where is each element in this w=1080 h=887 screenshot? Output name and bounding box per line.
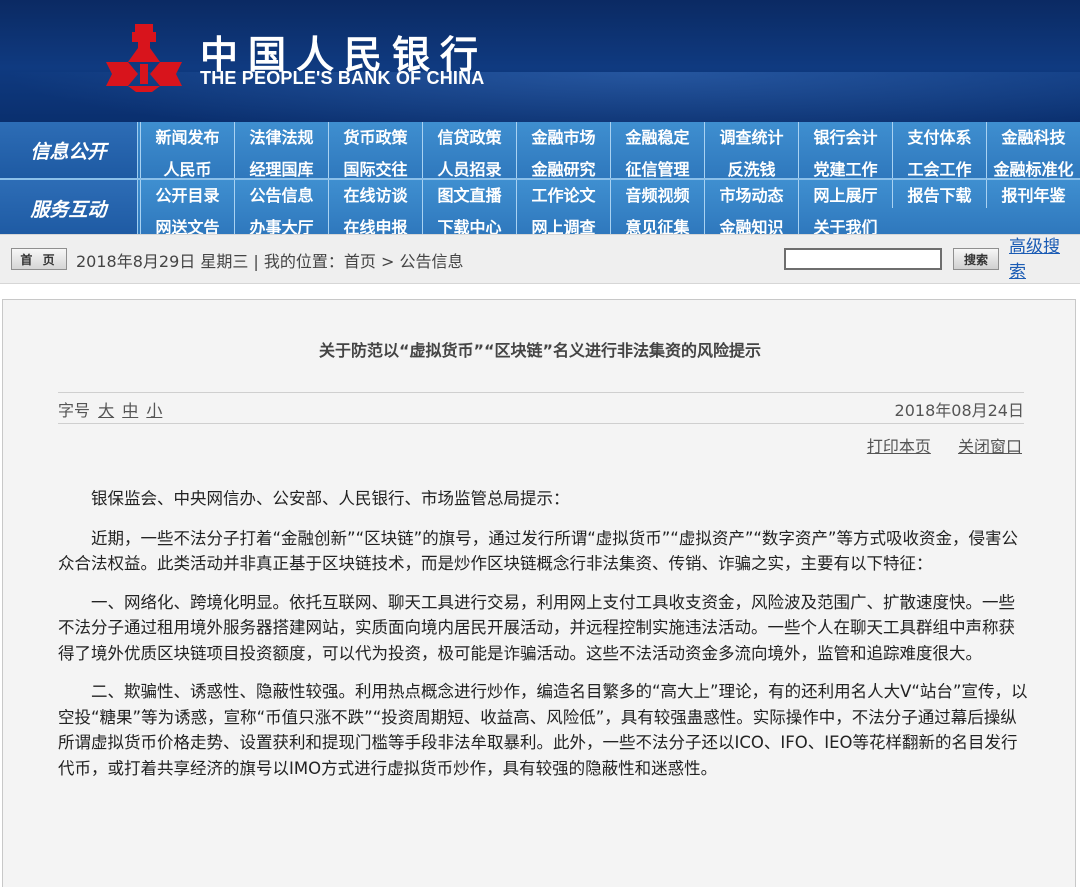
nav-info-item[interactable]: 人员招录 [422, 150, 516, 178]
nav-info-item[interactable]: 调查统计 [704, 122, 798, 150]
search-input[interactable] [784, 248, 942, 270]
article-panel: 关于防范以“虚拟货币”“区块链”名义进行非法集资的风险提示 字号 大 中 小 2… [2, 299, 1076, 887]
nav-info-item[interactable]: 信贷政策 [422, 122, 516, 150]
close-window-link[interactable]: 关闭窗口 [958, 437, 1022, 456]
nav-info-item[interactable]: 征信管理 [610, 150, 704, 178]
nav-service-item[interactable]: 市场动态 [704, 180, 798, 208]
nav-info-item[interactable]: 金融科技 [986, 122, 1080, 150]
nav-service-item[interactable]: 报刊年鉴 [986, 180, 1080, 208]
nav-info-item[interactable]: 银行会计 [798, 122, 892, 150]
nav-service-item[interactable]: 网上展厅 [798, 180, 892, 208]
nav-info-item[interactable]: 新闻发布 [140, 122, 234, 150]
print-page-link[interactable]: 打印本页 [867, 437, 931, 456]
nav-info-item[interactable]: 经理国库 [234, 150, 328, 178]
nav-info-item[interactable]: 金融标准化 [986, 150, 1080, 178]
nav-info-item[interactable]: 金融市场 [516, 122, 610, 150]
font-size-large-link[interactable]: 大 [98, 401, 114, 420]
article-paragraph: 一、网络化、跨境化明显。依托互联网、聊天工具进行交易，利用网上支付工具收支资金，… [58, 592, 1015, 663]
nav-service-item[interactable]: 网上调查 [516, 208, 610, 236]
font-size-small-link[interactable]: 小 [146, 401, 162, 420]
breadcrumb: 2018年8月29日 星期三 | 我的位置：首页 > 公告信息 [76, 252, 464, 271]
article-actions: 打印本页 关闭窗口 [845, 433, 1022, 457]
article-paragraph: 银保监会、中央网信办、公安部、人民银行、市场监管总局提示： [91, 489, 570, 508]
nav-service-item[interactable]: 关于我们 [798, 208, 892, 236]
nav-grid-info: 新闻发布 法律法规 货币政策 信贷政策 金融市场 金融稳定 调查统计 银行会计 支付体系 金融科技… [140, 122, 1080, 178]
location-bar: 首 页 2018年8月29日 星期三 | 我的位置：首页 > 公告信息 搜索 高… [0, 234, 1080, 284]
nav-service-item[interactable]: 图文直播 [422, 180, 516, 208]
nav-info-item[interactable]: 金融稳定 [610, 122, 704, 150]
nav-service-item[interactable]: 公告信息 [234, 180, 328, 208]
nav-grid-service: 公开目录 公告信息 在线访谈 图文直播 工作论文 音频视频 市场动态 网上展厅 报告下载 报刊年鉴… [140, 180, 1080, 236]
font-size-control: 字号 大 中 小 [58, 397, 162, 421]
nav-info-item[interactable]: 国际交往 [328, 150, 422, 178]
nav-info-item[interactable]: 人民币 [140, 150, 234, 178]
font-size-label: 字号 [58, 401, 91, 420]
article-paragraph: 二、欺骗性、诱惑性、隐蔽性较强。利用热点概念进行炒作，编造名目繁多的“高大上”理… [58, 682, 1028, 778]
nav-info-item[interactable]: 金融研究 [516, 150, 610, 178]
article-paragraph: 近期，一些不法分子打着“金融创新”“区块链”的旗号，通过发行所谓“虚拟货币”“虚… [58, 528, 1018, 574]
advanced-search-link[interactable]: 高级搜索 [1009, 235, 1075, 285]
nav-info-item[interactable]: 货币政策 [328, 122, 422, 150]
nav-section-label-service[interactable]: 服务互动 [0, 180, 138, 236]
article-meta-bar: 字号 大 中 小 2018年08月24日 [58, 392, 1024, 424]
article-title: 关于防范以“虚拟货币”“区块链”名义进行非法集资的风险提示 [318, 341, 762, 360]
article-body: 银保监会、中央网信办、公安部、人民银行、市场监管总局提示： 近期，一些不法分子打… [58, 486, 1028, 794]
nav-info-item[interactable]: 反洗钱 [704, 150, 798, 178]
nav-service-item[interactable]: 意见征集 [610, 208, 704, 236]
nav-info-item[interactable]: 党建工作 [798, 150, 892, 178]
nav-section-label-info[interactable]: 信息公开 [0, 122, 138, 178]
nav-service-item[interactable]: 公开目录 [140, 180, 234, 208]
logo-english-name: THE PEOPLE'S BANK OF CHINA [200, 68, 485, 88]
nav-service-item[interactable]: 在线申报 [328, 208, 422, 236]
nav-service-item[interactable]: 办事大厅 [234, 208, 328, 236]
nav-service-item[interactable]: 金融知识 [704, 208, 798, 236]
nav-row-service: 服务互动 公开目录 公告信息 在线访谈 图文直播 工作论文 音频视频 市场动态 网上展厅 报告下… [0, 178, 1080, 236]
pboc-logo-icon[interactable] [102, 22, 186, 94]
nav-service-item[interactable]: 网送文告 [140, 208, 234, 236]
font-size-medium-link[interactable]: 中 [122, 401, 138, 420]
nav-service-item[interactable]: 在线访谈 [328, 180, 422, 208]
home-button[interactable]: 首 页 [11, 248, 67, 270]
nav-service-item[interactable]: 下载中心 [422, 208, 516, 236]
nav-row-info: 信息公开 新闻发布 法律法规 货币政策 信贷政策 金融市场 金融稳定 调查统计 银行会计 支付体… [0, 122, 1080, 178]
search-button[interactable]: 搜索 [953, 248, 999, 270]
nav-info-item[interactable]: 工会工作 [892, 150, 986, 178]
nav-service-item[interactable]: 音频视频 [610, 180, 704, 208]
nav-info-item[interactable]: 支付体系 [892, 122, 986, 150]
nav-service-item[interactable]: 报告下载 [892, 180, 986, 208]
site-banner: 中国人民银行 THE PEOPLE'S BANK OF CHINA [0, 0, 1080, 122]
nav-service-item[interactable]: 工作论文 [516, 180, 610, 208]
article-date: 2018年08月24日 [894, 401, 1024, 420]
nav-info-item[interactable]: 法律法规 [234, 122, 328, 150]
